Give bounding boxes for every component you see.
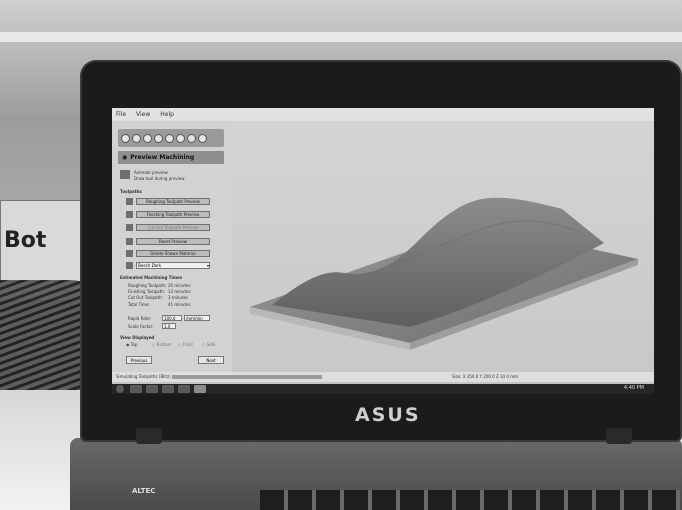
laptop-base-brand: ALTEC	[132, 487, 156, 495]
scale-factor-input[interactable]: 1.0	[162, 323, 176, 329]
machined-relief-model	[250, 197, 638, 350]
delete-material-button[interactable]: Delete Shown Material	[136, 250, 210, 257]
status-bar: Simulating Toolpaths (Blitz) Size: X 350…	[112, 372, 654, 382]
finishing-icon	[126, 211, 133, 218]
material-select[interactable]: Beech Dark ▾	[136, 262, 210, 269]
roughing-icon	[126, 198, 133, 205]
toolbar-icon-8[interactable]	[198, 133, 207, 143]
preview-panel: ◉ Preview Machining Animate preview Draw…	[112, 121, 232, 381]
toolbar-icons	[118, 129, 224, 147]
estimate-cutout-value: 3 minutes	[168, 295, 189, 300]
estimate-cutout-label: Cut Out Toolpath:	[128, 295, 163, 300]
view-option-side-label: Side	[206, 342, 216, 347]
laptop-hinge-right	[606, 428, 632, 444]
view-option-top-label: Top	[130, 342, 138, 347]
taskbar-clock: 4:40 PM	[623, 385, 644, 391]
option-draw-tool[interactable]: Draw tool during preview	[134, 176, 185, 181]
material-icon	[126, 250, 133, 257]
estimate-roughing-label: Roughing Toolpath:	[128, 283, 167, 288]
taskbar-app-5-icon[interactable]	[194, 385, 206, 393]
background-shelf	[0, 32, 682, 42]
3d-viewport[interactable]	[232, 121, 654, 381]
status-size-readout: Size: X 350.0 Y 200.0 Z 10.0 mm	[452, 374, 518, 379]
toolpaths-heading: Toolpaths	[120, 189, 142, 194]
taskbar-app-2-icon[interactable]	[146, 385, 158, 393]
view-option-front[interactable]: ○ Front	[178, 342, 193, 347]
taskbar-app-1-icon[interactable]	[130, 385, 142, 393]
preview-icon: ◉	[122, 154, 128, 161]
laptop-brand-logo: ASUS	[355, 404, 421, 426]
cutout-preview-button[interactable]: Cut Out Toolpath Preview	[136, 224, 210, 231]
view-option-side[interactable]: ○ Side	[202, 342, 215, 347]
next-button[interactable]: Next	[198, 356, 224, 364]
estimate-total-label: Total Time:	[128, 302, 150, 307]
start-button-icon[interactable]	[116, 385, 124, 393]
toolbar-icon-6[interactable]	[176, 133, 185, 143]
taskbar-app-4-icon[interactable]	[178, 385, 190, 393]
previous-button[interactable]: Previous	[126, 356, 152, 364]
estimate-total-value: 41 minutes	[168, 302, 191, 307]
rapid-rate-unit-select[interactable]: mm/min	[184, 315, 210, 321]
roughing-preview-button[interactable]: Roughing Toolpath Preview	[136, 198, 210, 205]
view-option-bottom[interactable]: ○ Bottom	[152, 342, 171, 347]
toolbar-icon-2[interactable]	[132, 133, 141, 143]
taskbar: 4:40 PM	[112, 384, 654, 394]
menu-view[interactable]: View	[136, 111, 150, 118]
finishing-preview-button[interactable]: Finishing Toolpath Preview	[136, 211, 210, 218]
status-text: Simulating Toolpaths (Blitz)	[116, 374, 171, 379]
laptop-hinge-left	[136, 428, 162, 444]
menu-file[interactable]: File	[116, 111, 126, 118]
relief-surface	[272, 197, 604, 327]
laptop-screen: File View Help ◉ Preview Machining Anima…	[112, 108, 654, 394]
menu-bar: File View Help	[112, 108, 654, 121]
toolbar-icon-5[interactable]	[165, 133, 174, 143]
view-heading: View Displayed	[120, 335, 155, 340]
shade-icon	[126, 262, 133, 269]
toolbar-icon-7[interactable]	[187, 133, 196, 143]
chevron-down-icon: ▾	[206, 263, 209, 268]
view-option-front-label: Front	[182, 342, 193, 347]
estimate-finishing-value: 13 minutes	[168, 289, 191, 294]
taskbar-app-3-icon[interactable]	[162, 385, 174, 393]
rapid-rate-label: Rapid Rate:	[128, 316, 152, 321]
cutout-icon	[126, 224, 133, 231]
reset-icon	[126, 238, 133, 245]
toolbar-icon-4[interactable]	[154, 133, 163, 143]
panel-title: ◉ Preview Machining	[118, 151, 224, 164]
reset-preview-button[interactable]: Reset Preview	[136, 238, 210, 245]
estimate-finishing-label: Finishing Toolpath:	[128, 289, 166, 294]
rapid-rate-input[interactable]: 100.0	[162, 315, 182, 321]
toolbar-icon-1[interactable]	[121, 133, 130, 143]
view-option-top[interactable]: ◉ Top	[126, 342, 138, 347]
scale-factor-label: Scale Factor:	[128, 324, 154, 329]
estimates-heading: Estimated Machining Times	[120, 275, 183, 280]
estimate-roughing-value: 20 minutes	[168, 283, 191, 288]
material-swatch-icon	[120, 170, 130, 179]
view-option-bottom-label: Bottom	[156, 342, 172, 347]
toolbar-icon-3[interactable]	[143, 133, 152, 143]
laptop-keyboard	[260, 490, 680, 510]
panel-title-text: Preview Machining	[130, 154, 195, 161]
status-progress-bar	[172, 375, 322, 379]
background-box-text: Bot	[4, 228, 47, 253]
menu-help[interactable]: Help	[160, 111, 174, 118]
option-animate[interactable]: Animate preview	[134, 170, 168, 175]
material-select-value: Beech Dark	[138, 263, 162, 268]
